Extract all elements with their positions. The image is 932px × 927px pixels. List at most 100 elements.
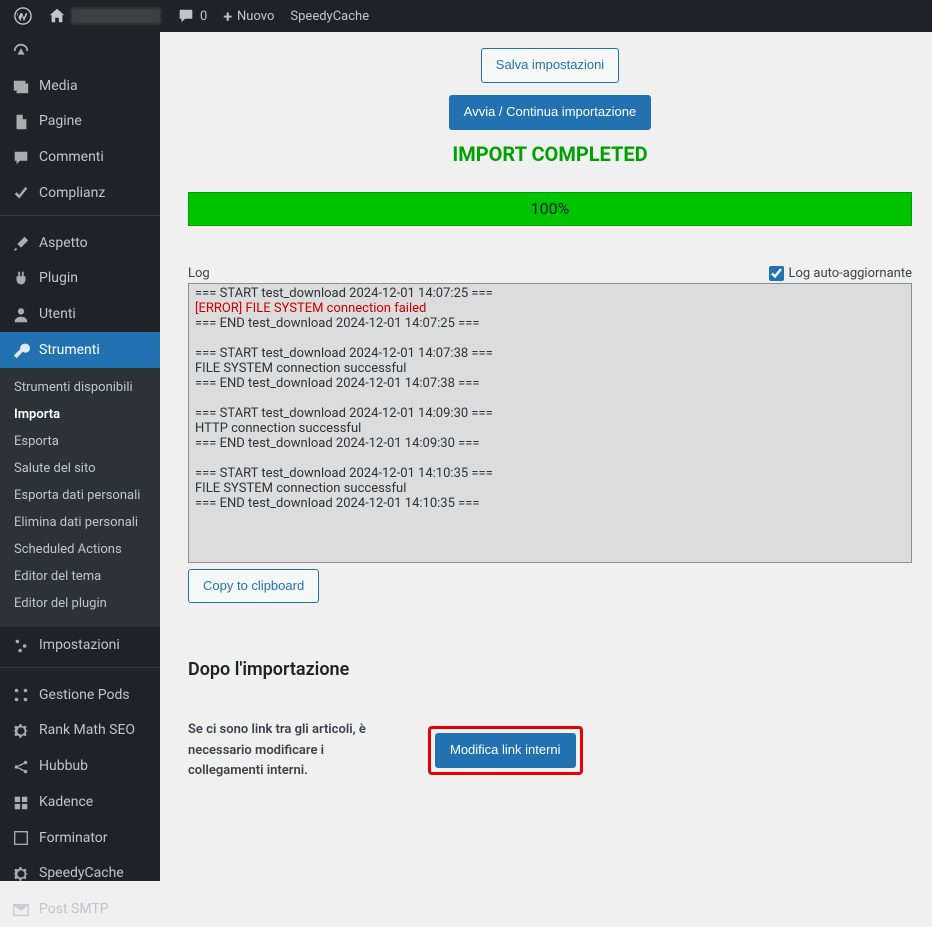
log-line: === START test_download 2024-12-01 14:07… (195, 286, 905, 301)
sidebar-item-label: Rank Math SEO (39, 722, 135, 738)
sidebar-item-label: Post SMTP (39, 901, 109, 917)
pods-icon (11, 685, 31, 705)
log-line (195, 451, 905, 466)
start-import-button[interactable]: Avvia / Continua importazione (449, 95, 651, 130)
log-line: === END test_download 2024-12-01 14:09:3… (195, 436, 905, 451)
sidebar-item-label: SpeedyCache (39, 865, 124, 881)
sidebar-subitem-importa[interactable]: Importa (0, 401, 160, 428)
sidebar-item-commenti[interactable]: Commenti (0, 139, 160, 175)
sidebar-subitem-esporta-dati-personali[interactable]: Esporta dati personali (0, 482, 160, 509)
sidebar-item-label: Commenti (39, 149, 104, 165)
gear-icon (11, 720, 31, 740)
after-import-title: Dopo l'importazione (188, 659, 912, 680)
wrench-icon (11, 340, 31, 360)
mail-icon (11, 899, 31, 919)
log-line: [ERROR] FILE SYSTEM connection failed (195, 301, 905, 316)
log-line: HTTP connection successful (195, 421, 905, 436)
sidebar-item-dashboard[interactable] (0, 32, 160, 68)
site-title-redacted (71, 8, 161, 24)
site-home-link[interactable] (40, 0, 169, 32)
comments-link[interactable]: 0 (169, 0, 215, 32)
sidebar-item-pagine[interactable]: Pagine (0, 104, 160, 140)
log-line: === END test_download 2024-12-01 14:07:2… (195, 316, 905, 331)
comment-icon (11, 147, 31, 167)
sidebar-item-label: Gestione Pods (39, 687, 130, 703)
sidebar-item-media[interactable]: Media (0, 68, 160, 104)
menu-separator (0, 667, 160, 673)
log-line: === START test_download 2024-12-01 14:10… (195, 466, 905, 481)
sidebar-item-label: Forminator (39, 830, 108, 846)
sidebar-item-strumenti[interactable]: Strumenti (0, 332, 160, 368)
brush-icon (11, 233, 31, 253)
sidebar-item-gestione-pods[interactable]: Gestione Pods (0, 677, 160, 713)
sidebar-item-label: Hubbub (39, 758, 88, 774)
grid-icon (11, 792, 31, 812)
sidebar-subitem-elimina-dati-personali[interactable]: Elimina dati personali (0, 509, 160, 536)
log-output[interactable]: === START test_download 2024-12-01 14:07… (188, 283, 912, 563)
sidebar-item-forminator[interactable]: Forminator (0, 820, 160, 856)
menu-separator (0, 215, 160, 221)
share-icon (11, 756, 31, 776)
log-auto-refresh-checkbox[interactable] (769, 266, 784, 281)
main-content: Salva impostazioni Avvia / Continua impo… (160, 32, 932, 881)
log-line: FILE SYSTEM connection successful (195, 361, 905, 376)
save-settings-button[interactable]: Salva impostazioni (481, 48, 619, 83)
media-icon (11, 76, 31, 96)
admin-toolbar: 0 + Nuovo SpeedyCache (0, 0, 932, 32)
comments-count: 0 (200, 9, 207, 24)
sliders-icon (11, 635, 31, 655)
gear-icon (11, 863, 31, 883)
fix-internal-links-button[interactable]: Modifica link interni (435, 733, 576, 768)
sidebar-item-label: Media (39, 78, 78, 94)
log-auto-refresh-label: Log auto-aggiornante (788, 266, 912, 281)
plus-icon: + (223, 7, 232, 26)
sidebar-item-kadence[interactable]: Kadence (0, 784, 160, 820)
highlight-ring: Modifica link interni (428, 726, 583, 775)
log-line (195, 331, 905, 346)
wp-logo-link[interactable] (6, 0, 40, 32)
new-label: Nuovo (237, 9, 274, 24)
comment-icon (177, 7, 195, 25)
sidebar-item-label: Aspetto (39, 235, 88, 251)
sidebar-item-aspetto[interactable]: Aspetto (0, 225, 160, 261)
sidebar-item-label: Strumenti (39, 342, 100, 358)
sidebar-item-label: Complianz (39, 185, 105, 201)
home-icon (48, 7, 66, 25)
page-icon (11, 112, 31, 132)
wordpress-icon (14, 7, 32, 25)
speedycache-label: SpeedyCache (290, 9, 369, 24)
sidebar-item-label: Kadence (39, 794, 93, 810)
log-line: === START test_download 2024-12-01 14:07… (195, 346, 905, 361)
log-line: === START test_download 2024-12-01 14:09… (195, 406, 905, 421)
log-line: === END test_download 2024-12-01 14:10:3… (195, 496, 905, 511)
sidebar-subitem-editor-del-plugin[interactable]: Editor del plugin (0, 590, 160, 617)
sidebar-item-post-smtp[interactable]: Post SMTP (0, 891, 160, 927)
after-import-description: Se ci sono link tra gli articoli, è nece… (188, 720, 398, 780)
log-line: FILE SYSTEM connection successful (195, 481, 905, 496)
progress-text: 100% (531, 199, 570, 218)
form-icon (11, 828, 31, 848)
log-line: === END test_download 2024-12-01 14:07:3… (195, 376, 905, 391)
sidebar-subitem-scheduled-actions[interactable]: Scheduled Actions (0, 536, 160, 563)
copy-clipboard-button[interactable]: Copy to clipboard (188, 569, 319, 604)
sidebar-item-speedycache[interactable]: SpeedyCache (0, 855, 160, 891)
log-auto-refresh-toggle[interactable]: Log auto-aggiornante (769, 266, 912, 281)
sidebar-subitem-strumenti-disponibili[interactable]: Strumenti disponibili (0, 374, 160, 401)
sidebar-item-plugin[interactable]: Plugin (0, 261, 160, 297)
new-content-link[interactable]: + Nuovo (215, 0, 282, 32)
sidebar-submenu: Strumenti disponibiliImportaEsportaSalut… (0, 368, 160, 627)
plug-icon (11, 269, 31, 289)
sidebar-item-complianz[interactable]: Complianz (0, 175, 160, 211)
sidebar-item-utenti[interactable]: Utenti (0, 296, 160, 332)
sidebar-subitem-editor-del-tema[interactable]: Editor del tema (0, 563, 160, 590)
sidebar-item-label: Impostazioni (39, 637, 120, 653)
admin-sidebar: Media Pagine Commenti Complianz Aspetto Plugi… (0, 32, 160, 881)
progress-bar: 100% (188, 192, 912, 226)
sidebar-item-rank-math-seo[interactable]: Rank Math SEO (0, 712, 160, 748)
sidebar-subitem-salute-del-sito[interactable]: Salute del sito (0, 455, 160, 482)
dashboard-icon (11, 40, 31, 60)
sidebar-item-impostazioni[interactable]: Impostazioni (0, 627, 160, 663)
sidebar-item-hubbub[interactable]: Hubbub (0, 748, 160, 784)
sidebar-subitem-esporta[interactable]: Esporta (0, 428, 160, 455)
speedycache-link[interactable]: SpeedyCache (282, 0, 377, 32)
